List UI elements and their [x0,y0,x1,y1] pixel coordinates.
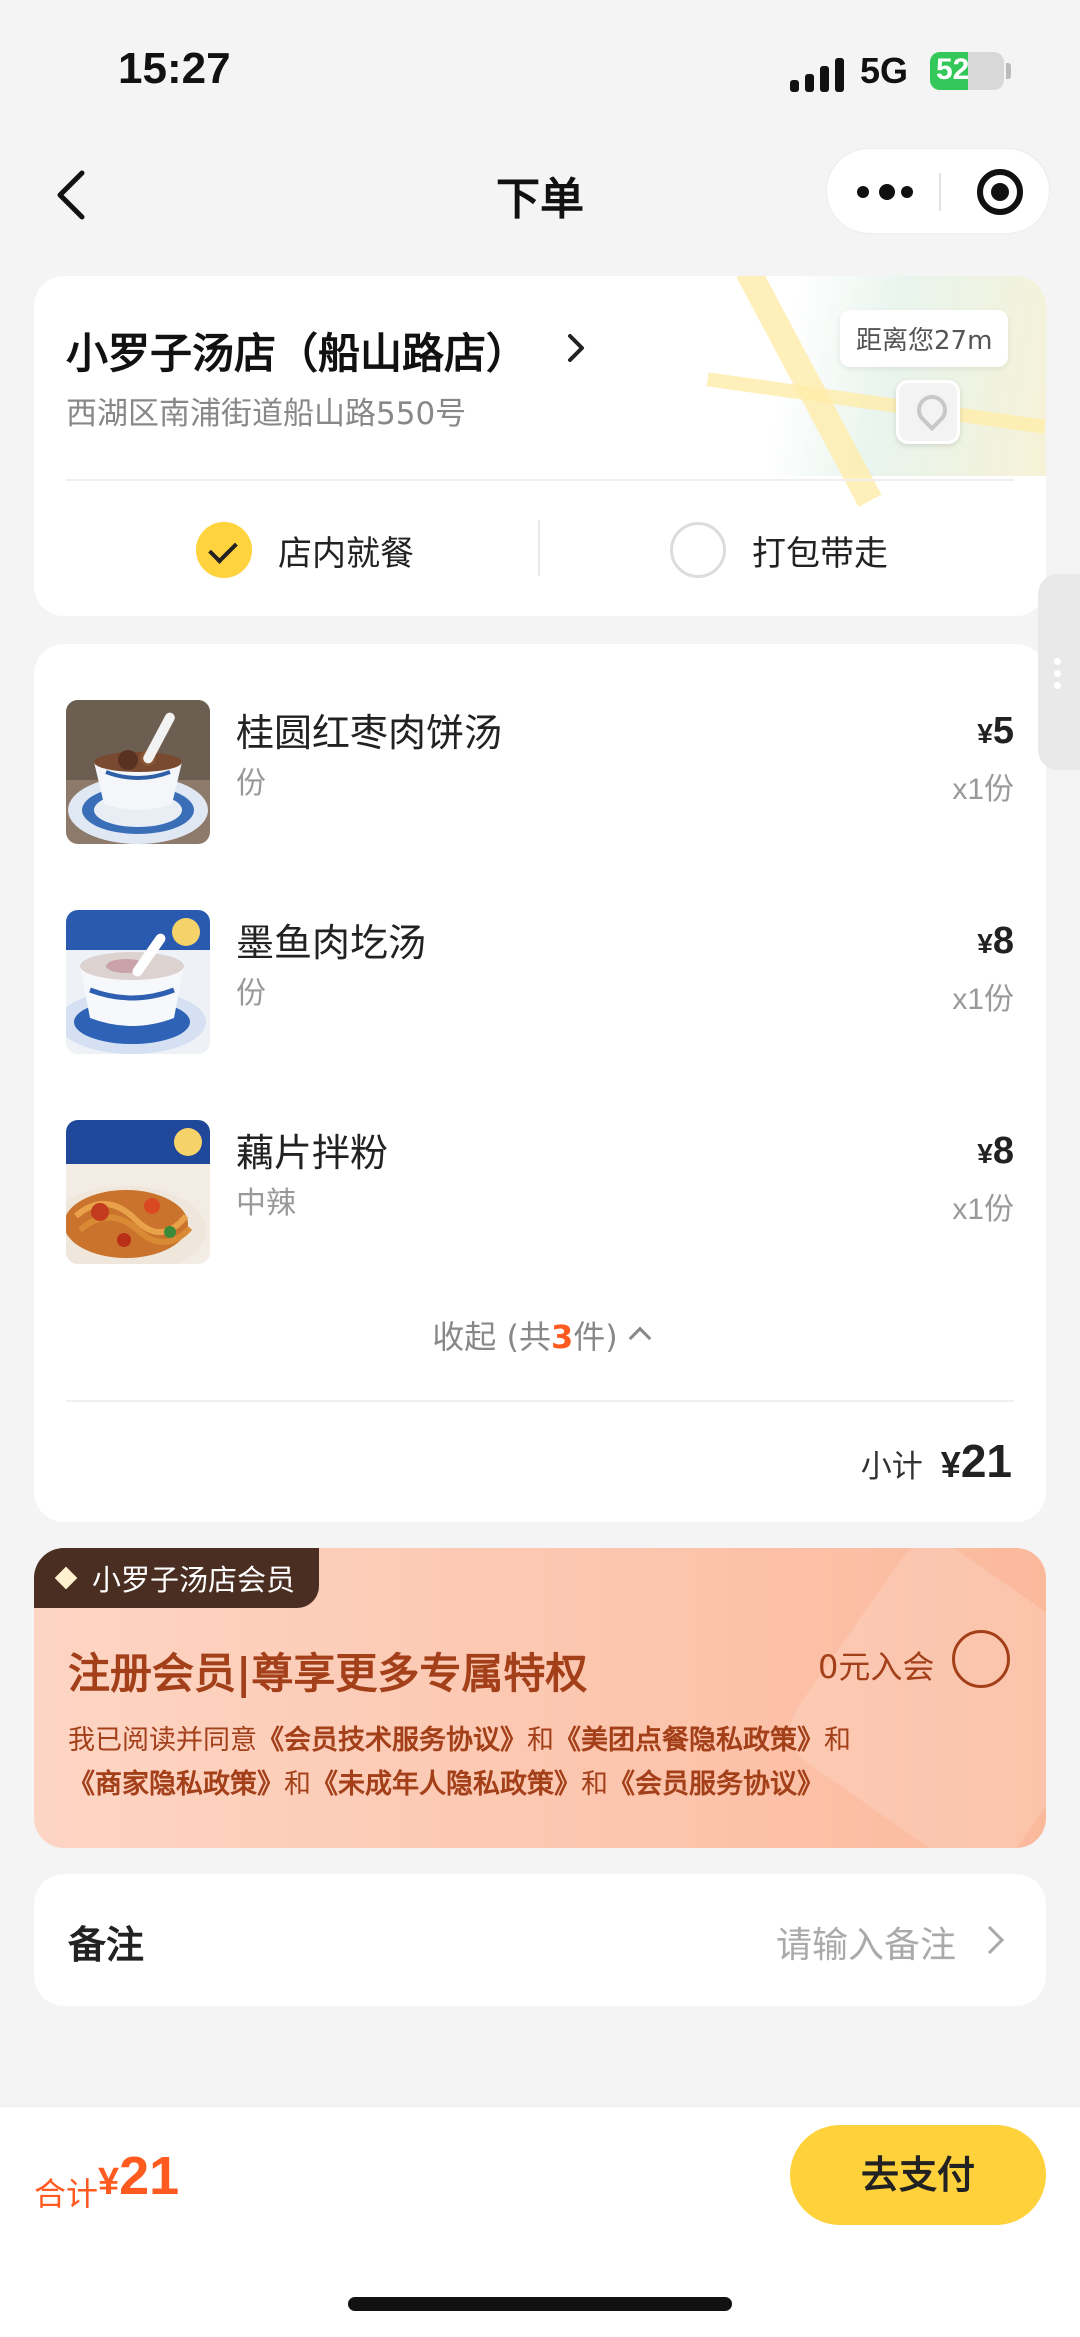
item-name: 桂圆红枣肉饼汤 [236,711,503,755]
total-label: 合计 [34,2175,99,2213]
dine-in-option[interactable]: 店内就餐 [196,520,414,580]
agreement-line: 我已阅读并同意《会员技术服务协议》和《美团点餐隐私政策》和 [68,1725,851,1756]
store-address: 西湖区南浦街道船山路550号 [66,396,467,432]
remark-label: 备注 [68,1923,145,1967]
battery-icon: 52 [930,52,1004,90]
side-handle[interactable] [1038,574,1080,770]
item-spec: 份 [236,766,266,801]
mini-program-capsule [826,148,1050,234]
target-icon[interactable] [977,169,1023,215]
collapse-suffix: 件) [573,1318,618,1356]
order-items-card: 桂圆红枣肉饼汤 份 ¥5 x1份 墨鱼肉圪汤 份 ¥8 x1份 藕片拌粉 中辣 … [34,644,1046,1522]
agreement-link[interactable]: 《会员技术服务协议》 [257,1725,527,1756]
divider [538,520,540,576]
item-quantity: x1份 [952,1193,1014,1226]
item-image [66,1120,210,1264]
store-name[interactable]: 小罗子汤店（船山路店） [66,320,528,381]
member-badge-label: 小罗子汤店会员 [92,1563,296,1597]
agreement-line: 《商家隐私政策》和《未成年人隐私政策》和《会员服务协议》 [68,1769,824,1800]
diamond-icon [54,1568,78,1588]
home-indicator [348,2297,732,2311]
list-item[interactable]: 藕片拌粉 中辣 ¥8 x1份 [66,1120,1014,1264]
agreement-intro: 我已阅读并同意 [68,1725,257,1756]
agreement-link[interactable]: 《商家隐私政策》 [68,1769,284,1800]
total-amount: ¥21 [98,2146,180,2206]
dine-in-label: 店内就餐 [278,533,414,574]
store-card: 小罗子汤店（船山路店） 西湖区南浦街道船山路550号 距离您27m 店内就餐 打… [34,276,1046,616]
signal-icon [790,56,844,92]
collapse-prefix: 收起 (共 [432,1318,551,1356]
join-checkbox[interactable] [952,1630,1010,1688]
subtotal-label: 小计 [860,1449,923,1485]
distance-label: 距离您27m [840,310,1009,367]
divider [66,1400,1014,1402]
remark-input[interactable]: 请输入备注 [776,1916,956,1968]
subtotal: 小计 ¥21 [861,1434,1012,1488]
store-map[interactable] [646,276,1046,507]
join-label[interactable]: 0元入会 [818,1642,934,1688]
network-label: 5G [860,50,909,91]
item-image [66,700,210,844]
member-card: 小罗子汤店会员 注册会员|尊享更多专属特权 0元入会 我已阅读并同意《会员技术服… [34,1548,1046,1848]
item-name: 墨鱼肉圪汤 [236,921,427,965]
chevron-right-icon[interactable] [562,328,590,368]
item-spec: 中辣 [236,1186,296,1221]
takeaway-label: 打包带走 [752,533,888,574]
item-quantity: x1份 [952,983,1014,1016]
member-badge: 小罗子汤店会员 [34,1548,320,1608]
item-price: ¥8 [977,920,1014,962]
agreement-link[interactable]: 《美团点餐隐私政策》 [554,1725,824,1756]
collapse-button[interactable]: 收起 (共3件) [34,1312,1046,1358]
location-pin-icon [896,380,960,444]
item-name: 藕片拌粉 [236,1131,389,1175]
subtotal-amount: ¥21 [940,1435,1012,1487]
capsule-divider [939,173,941,211]
status-time: 15:27 [118,44,231,93]
more-icon[interactable] [857,177,917,207]
battery-cap [1006,63,1011,79]
list-item[interactable]: 墨鱼肉圪汤 份 ¥8 x1份 [66,910,1014,1054]
check-icon[interactable] [196,522,252,578]
item-spec: 份 [236,976,266,1011]
member-title: 注册会员|尊享更多专属特权 [68,1649,588,1698]
radio-icon[interactable] [670,522,726,578]
item-quantity: x1份 [952,773,1014,806]
item-image [66,910,210,1054]
agreement-link[interactable]: 《会员服务协议》 [608,1769,824,1800]
item-price: ¥8 [977,1130,1014,1172]
pay-button[interactable]: 去支付 [790,2125,1046,2225]
list-item[interactable]: 桂圆红枣肉饼汤 份 ¥5 x1份 [66,700,1014,844]
status-bar: 15:27 5G 52 [0,0,1080,140]
chevron-right-icon [975,1925,1005,1955]
decoration [774,1548,1046,1848]
battery-text: 52 [936,53,970,86]
agreement-link[interactable]: 《未成年人隐私政策》 [311,1769,581,1800]
chevron-up-icon [628,1326,652,1350]
divider [66,479,1014,481]
item-price: ¥5 [977,710,1014,752]
takeaway-option[interactable]: 打包带走 [670,520,888,580]
remark-row[interactable]: 备注 请输入备注 [34,1874,1046,2006]
item-count: 3 [550,1318,574,1356]
